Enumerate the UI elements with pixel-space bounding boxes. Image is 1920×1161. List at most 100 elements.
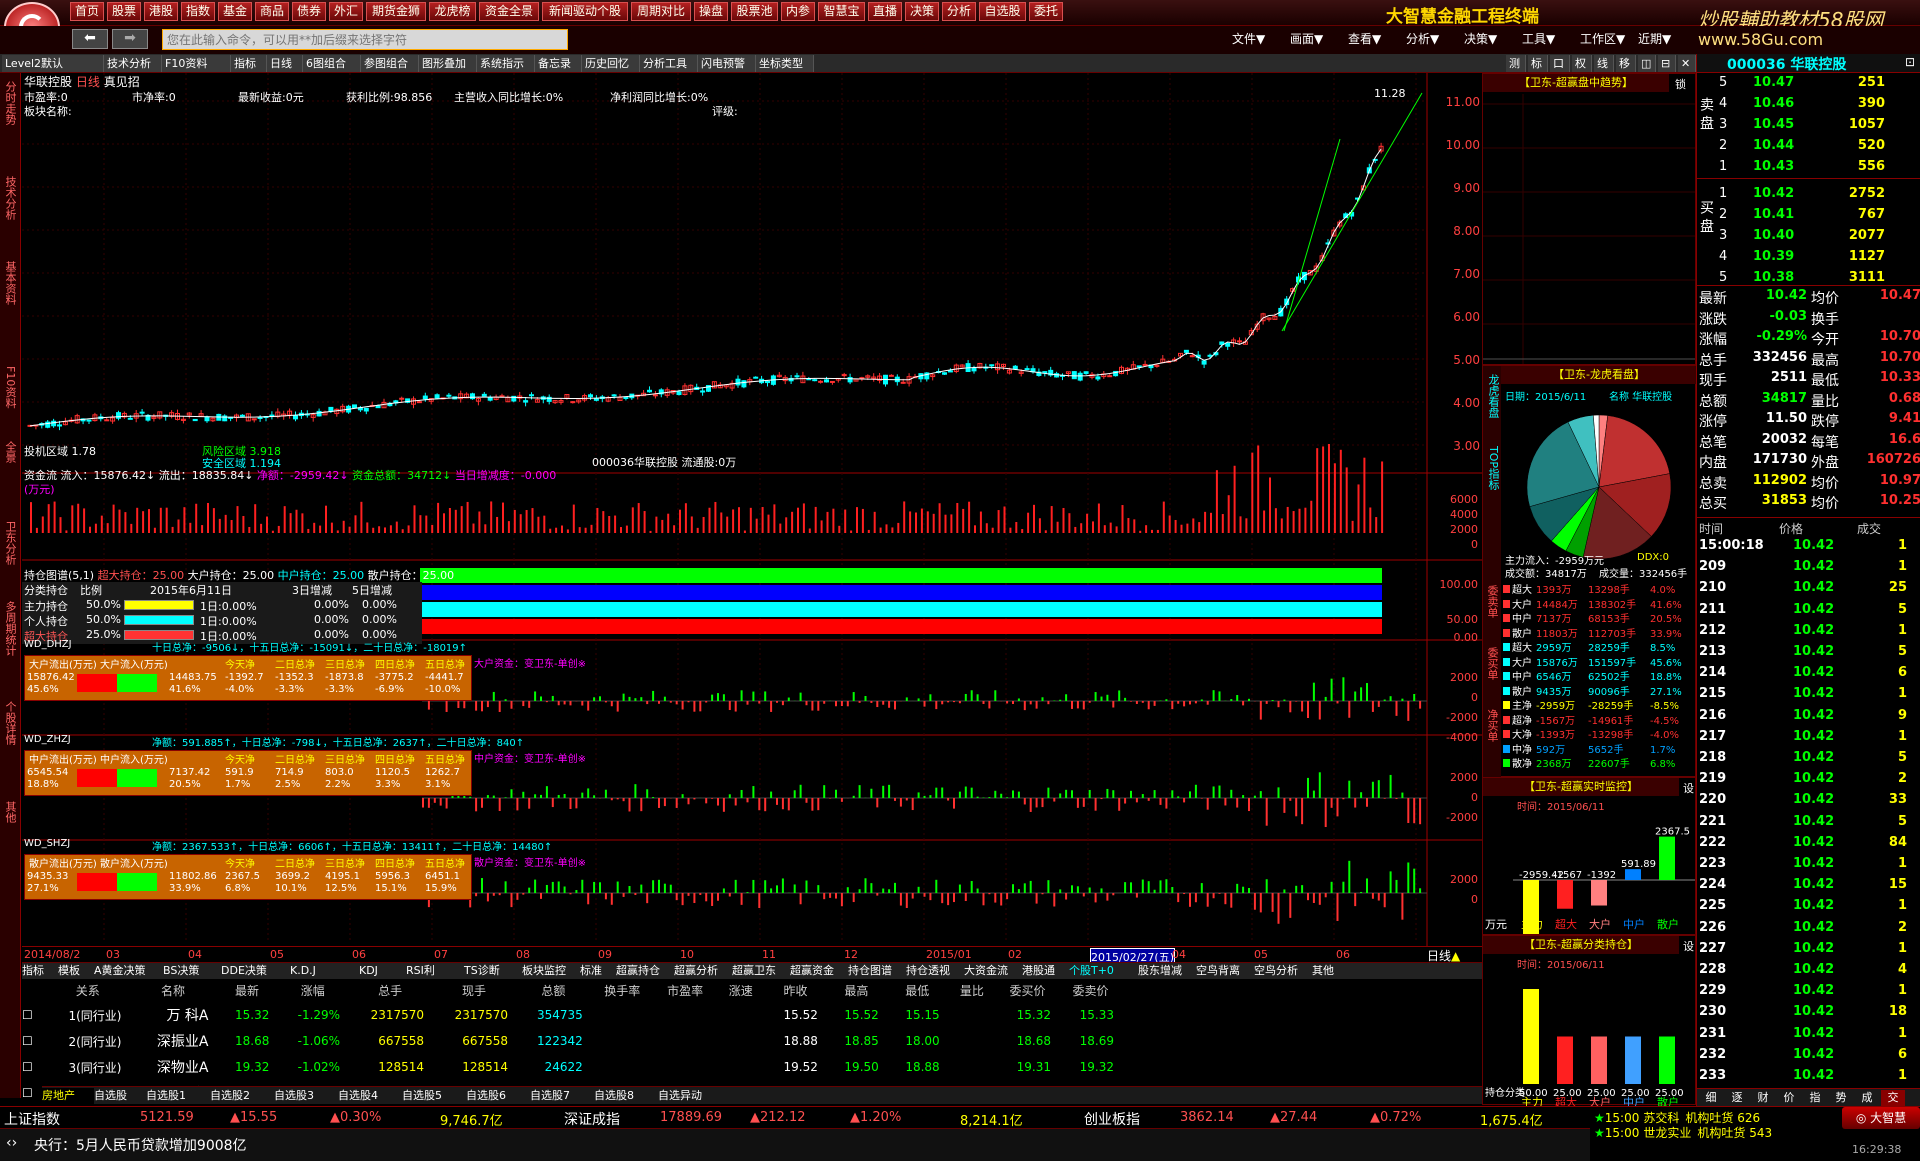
nav-button-11[interactable]: 新闻驱动个股 (542, 2, 628, 21)
indicator-tab-15[interactable]: 持仓图谱 (848, 963, 906, 979)
toolbar-right-5[interactable]: 移 (1616, 55, 1636, 72)
indicator-tab-19[interactable]: 个股T+0 (1069, 963, 1138, 979)
indicator-tab-12[interactable]: 超赢分析 (674, 963, 732, 979)
sheet-tab-10[interactable]: 自选异动 (658, 1088, 722, 1104)
buy-price[interactable]: 10.41 (1753, 207, 1794, 222)
indicator-tab-1[interactable]: 模板 (58, 963, 94, 979)
indicator-tab-10[interactable]: 标准 (580, 963, 616, 979)
toolbar-right-4[interactable]: 线 (1594, 55, 1614, 72)
forward-button[interactable]: ➡ (112, 29, 148, 49)
toolbar-item-13[interactable]: 坐标类型 (756, 55, 814, 72)
indicator-tab-6[interactable]: KDJ (359, 963, 406, 979)
list-col-9[interactable]: 涨速 (717, 979, 765, 1002)
left-tab-3[interactable]: F10资料 (3, 366, 17, 408)
sheet-tab-3[interactable]: 自选股2 (210, 1088, 274, 1104)
lock-button[interactable]: 锁 (1675, 76, 1686, 92)
candlestick-chart[interactable]: 600040002000020000-2000-400020000-200020… (22, 73, 1482, 955)
indicator-tab-18[interactable]: 港股通 (1022, 963, 1069, 979)
nav-button-18[interactable]: 决策 (905, 2, 939, 21)
toolbar-item-11[interactable]: 分析工具 (640, 55, 698, 72)
nav-button-1[interactable]: 股票 (107, 2, 141, 21)
sys-menu-0[interactable]: 文件▼ (1232, 30, 1265, 47)
sys-menu-1[interactable]: 画面▼ (1290, 30, 1323, 47)
period-label[interactable]: 日线 (76, 75, 100, 89)
sheet-tab-5[interactable]: 自选股4 (338, 1088, 402, 1104)
nav-button-6[interactable]: 债券 (292, 2, 326, 21)
list-col-6[interactable]: 总额 (516, 979, 591, 1002)
index-name-1[interactable]: 深证成指 (564, 1109, 620, 1129)
nav-button-17[interactable]: 直播 (868, 2, 902, 21)
quote-tab-0[interactable]: 细 (1699, 1090, 1723, 1106)
list-col-12[interactable]: 最低 (887, 979, 948, 1002)
indicator-tab-17[interactable]: 大资金流 (964, 963, 1022, 979)
quote-tab-2[interactable]: 财 (1751, 1090, 1775, 1106)
indicator-tab-14[interactable]: 超赢资金 (790, 963, 848, 979)
indicator-tab-4[interactable]: DDE决策 (221, 963, 290, 979)
sheet-tab-2[interactable]: 自选股1 (146, 1088, 210, 1104)
list-col-1[interactable]: 名称 (129, 979, 216, 1002)
expand-icon[interactable]: ⊡ (1905, 55, 1915, 69)
sys-menu-3[interactable]: 分析▼ (1406, 30, 1439, 47)
nav-button-4[interactable]: 基金 (218, 2, 252, 21)
indicator-tab-2[interactable]: A黄金决策 (94, 963, 163, 979)
monitor-settings-button[interactable]: 设 (1683, 780, 1694, 796)
buy-price[interactable]: 10.42 (1753, 186, 1794, 201)
sheet-tab-8[interactable]: 自选股7 (530, 1088, 594, 1104)
nav-button-10[interactable]: 资金全景 (479, 2, 539, 21)
list-col-7[interactable]: 换手率 (591, 979, 654, 1002)
toolbar-right-3[interactable]: 权 (1572, 55, 1592, 72)
index-name-0[interactable]: 上证指数 (4, 1109, 60, 1129)
nav-button-7[interactable]: 外汇 (329, 2, 363, 21)
sell-price[interactable]: 10.46 (1753, 96, 1794, 111)
nav-button-12[interactable]: 周期对比 (631, 2, 691, 21)
sell-price[interactable]: 10.44 (1753, 138, 1794, 153)
nav-button-5[interactable]: 商品 (255, 2, 289, 21)
command-input[interactable] (162, 29, 568, 50)
back-button[interactable]: ⬅ (72, 29, 108, 49)
window-tile-icon[interactable]: ◫ (1638, 55, 1656, 72)
toolbar-item-3[interactable]: 指标 (231, 55, 267, 72)
row-checkbox-icon[interactable]: ☐ (22, 1028, 46, 1054)
toolbar-item-2[interactable]: F10资料 (162, 55, 231, 72)
toolbar-item-4[interactable]: 日线 (267, 55, 303, 72)
list-col-3[interactable]: 涨幅 (277, 979, 348, 1002)
table-row[interactable]: ☐ 1(同行业) 万 科A 15.32 -1.29% 2317570 2317570 3547… (22, 1002, 1122, 1028)
indicator-tab-11[interactable]: 超赢持仓 (616, 963, 674, 979)
toolbar-item-6[interactable]: 参图组合 (361, 55, 419, 72)
list-col-0[interactable]: 关系 (46, 979, 129, 1002)
nav-button-15[interactable]: 内参 (781, 2, 815, 21)
sys-menu-6[interactable]: 工作区▼ (1580, 30, 1625, 47)
toolbar-right-0[interactable]: 测 (1506, 55, 1526, 72)
sheet-tab-7[interactable]: 自选股6 (466, 1088, 530, 1104)
news-arrows-icon[interactable]: ‹› (6, 1135, 17, 1151)
ticker-item-1[interactable]: ★15:00 世龙实业 机构吐货 543 (1594, 1124, 1772, 1141)
sys-menu-5[interactable]: 工具▼ (1522, 30, 1555, 47)
left-tab-2[interactable]: 基本资料 (3, 261, 17, 305)
indicator-tab-0[interactable]: 指标 (22, 963, 58, 979)
indicator-tab-16[interactable]: 持仓透视 (906, 963, 964, 979)
left-tab-0[interactable]: 分时走势 (3, 81, 17, 125)
dzh-brand-button[interactable]: ◎ 大智慧 (1842, 1107, 1920, 1129)
sell-price[interactable]: 10.45 (1753, 117, 1794, 132)
left-tab-5[interactable]: 卫东分析 (3, 521, 17, 565)
sheet-tab-9[interactable]: 自选股8 (594, 1088, 658, 1104)
left-tab-7[interactable]: 个股详情 (3, 701, 17, 745)
left-tab-6[interactable]: 多周期统计 (3, 601, 17, 656)
list-col-15[interactable]: 委卖价 (1059, 979, 1122, 1002)
list-col-4[interactable]: 总手 (348, 979, 432, 1002)
buy-price[interactable]: 10.38 (1753, 270, 1794, 285)
row-checkbox-icon[interactable]: ☐ (22, 1002, 46, 1028)
sell-price[interactable]: 10.47 (1753, 75, 1794, 90)
list-col-8[interactable]: 市盈率 (654, 979, 717, 1002)
toolbar-item-5[interactable]: 6图组合 (303, 55, 361, 72)
holding-settings-button[interactable]: 设 (1683, 938, 1694, 954)
window-close-icon[interactable]: ✕ (1678, 55, 1696, 72)
sheet-tab-1[interactable]: 自选股 (94, 1088, 146, 1104)
sys-menu-4[interactable]: 决策▼ (1464, 30, 1497, 47)
nav-button-20[interactable]: 自选股 (979, 2, 1026, 21)
list-col-2[interactable]: 最新 (217, 979, 278, 1002)
nav-button-3[interactable]: 指数 (181, 2, 215, 21)
quote-tab-3[interactable]: 价 (1777, 1090, 1801, 1106)
list-col-14[interactable]: 委买价 (996, 979, 1059, 1002)
toolbar-item-0[interactable]: Level2默认 (2, 55, 104, 72)
